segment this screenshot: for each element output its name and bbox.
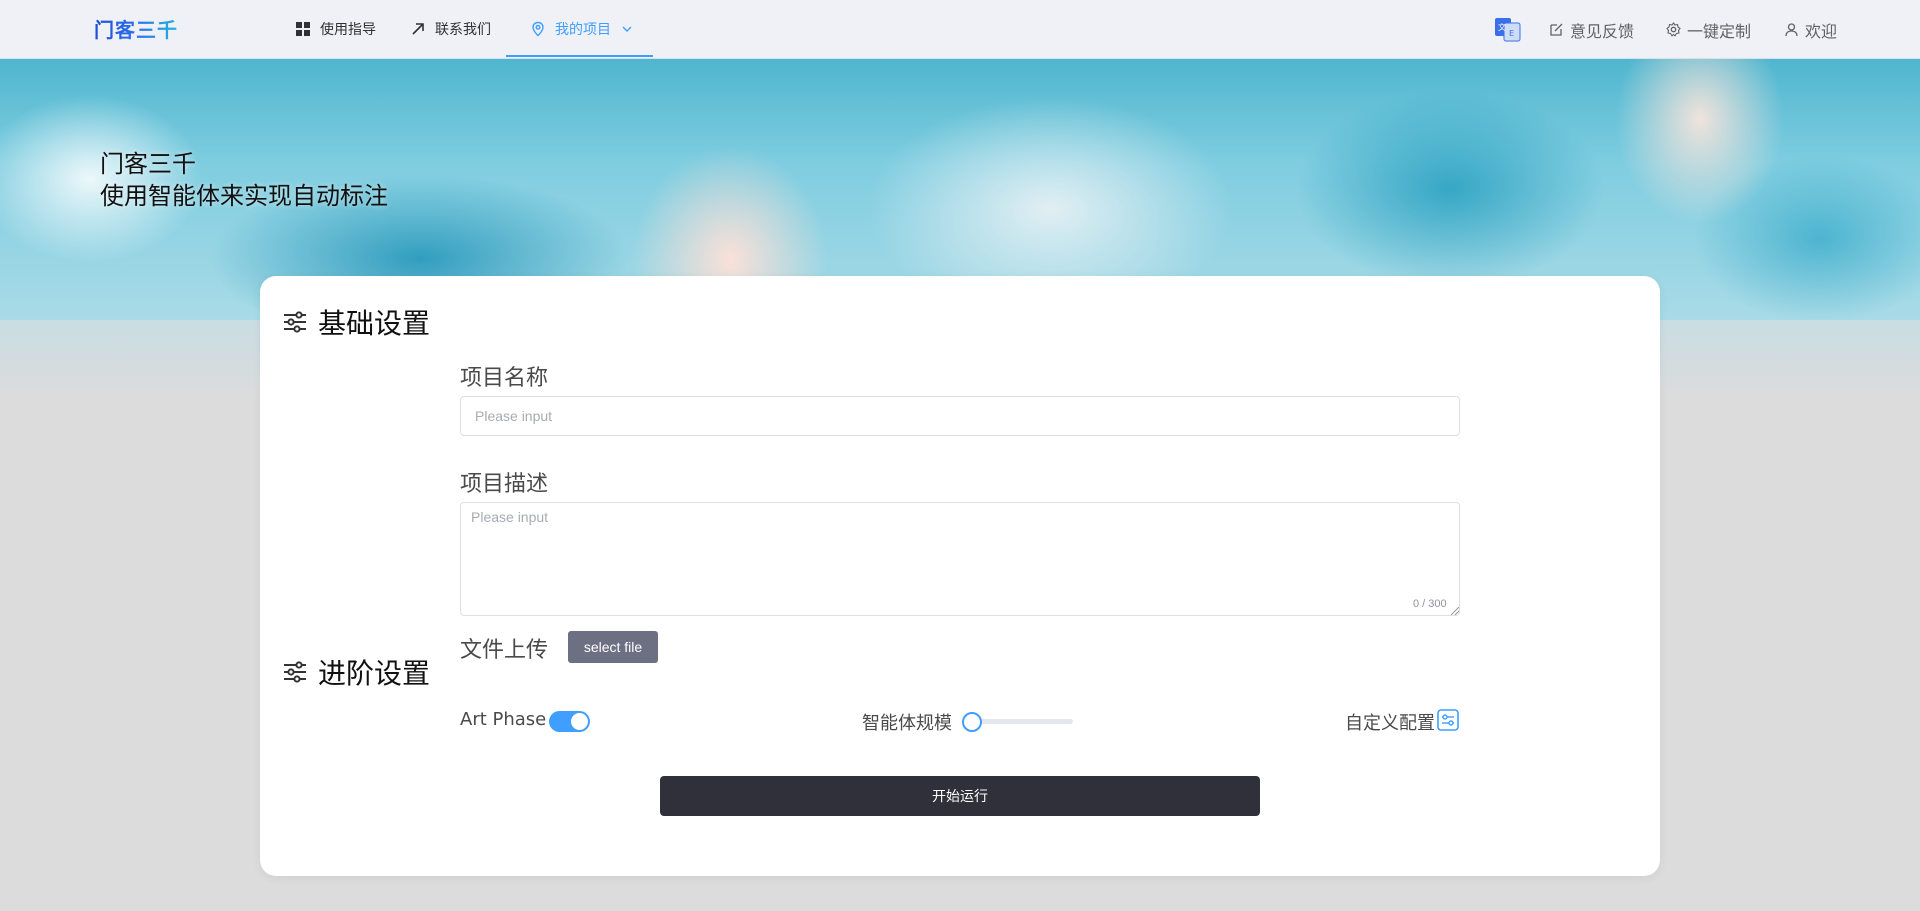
feedback-label: 意见反馈 bbox=[1570, 21, 1635, 41]
grid-icon bbox=[295, 21, 311, 37]
agent-scale-label: 智能体规模 bbox=[862, 713, 952, 734]
user-icon bbox=[1784, 22, 1799, 37]
customize-link[interactable]: 一键定制 bbox=[1666, 0, 1751, 59]
customize-label: 一键定制 bbox=[1687, 21, 1752, 41]
feedback-link[interactable]: 意见反馈 bbox=[1549, 0, 1634, 59]
svg-text:E: E bbox=[1509, 29, 1514, 38]
hero-title-line1: 门客三千 bbox=[100, 150, 196, 178]
advanced-settings-heading: 进阶设置 bbox=[282, 652, 430, 692]
file-upload-label: 文件上传 bbox=[460, 638, 549, 663]
agent-scale-slider[interactable] bbox=[975, 719, 1073, 724]
welcome-link[interactable]: 欢迎 bbox=[1784, 0, 1837, 59]
project-desc-label: 项目描述 bbox=[460, 472, 549, 497]
project-desc-textarea[interactable] bbox=[460, 502, 1460, 616]
config-icon[interactable] bbox=[1437, 709, 1459, 731]
settings-card: 基础设置 项目名称 项目描述 0 / 300 文件上传 select file … bbox=[260, 276, 1660, 876]
edit-icon bbox=[1549, 22, 1564, 37]
logo[interactable]: 门客三千 bbox=[94, 18, 178, 42]
gear-icon bbox=[1666, 22, 1681, 37]
sliders-icon bbox=[282, 309, 308, 335]
art-phase-label: Art Phase bbox=[460, 709, 547, 730]
svg-text:文: 文 bbox=[1498, 22, 1506, 32]
top-navbar: 门客三千 使用指导 联系我们 我的项目 文 E 意见反馈 一键定制 欢迎 bbox=[0, 0, 1920, 59]
sliders-icon bbox=[282, 659, 308, 685]
switch-knob bbox=[571, 713, 588, 730]
nav-guide[interactable]: 使用指导 bbox=[295, 0, 376, 57]
select-file-button[interactable]: select file bbox=[568, 631, 658, 663]
nav-contact-label: 联系我们 bbox=[435, 21, 491, 38]
arrow-up-right-icon bbox=[410, 21, 426, 37]
desc-char-counter: 0 / 300 bbox=[1413, 598, 1447, 610]
hero-title: 门客三千 使用智能体来实现自动标注 bbox=[100, 148, 388, 212]
project-name-input[interactable] bbox=[460, 396, 1460, 436]
translate-icon[interactable]: 文 E bbox=[1494, 17, 1521, 42]
welcome-label: 欢迎 bbox=[1805, 21, 1838, 41]
custom-config-label[interactable]: 自定义配置 bbox=[1345, 709, 1435, 735]
hero-title-line2: 使用智能体来实现自动标注 bbox=[100, 182, 388, 210]
nav-my-projects-label: 我的项目 bbox=[555, 21, 611, 38]
slider-handle[interactable] bbox=[962, 712, 982, 732]
nav-contact[interactable]: 联系我们 bbox=[410, 0, 491, 57]
nav-guide-label: 使用指导 bbox=[320, 21, 376, 38]
nav-my-projects[interactable]: 我的项目 bbox=[506, 0, 653, 57]
chevron-down-icon bbox=[621, 23, 633, 35]
basic-settings-title: 基础设置 bbox=[318, 307, 431, 340]
advanced-settings-title: 进阶设置 bbox=[318, 657, 431, 690]
location-pin-icon bbox=[530, 21, 546, 37]
art-phase-switch[interactable] bbox=[549, 711, 590, 732]
basic-settings-heading: 基础设置 bbox=[282, 302, 430, 342]
start-run-button[interactable]: 开始运行 bbox=[660, 776, 1260, 816]
resize-handle[interactable] bbox=[1451, 607, 1459, 615]
project-name-label: 项目名称 bbox=[460, 366, 549, 391]
